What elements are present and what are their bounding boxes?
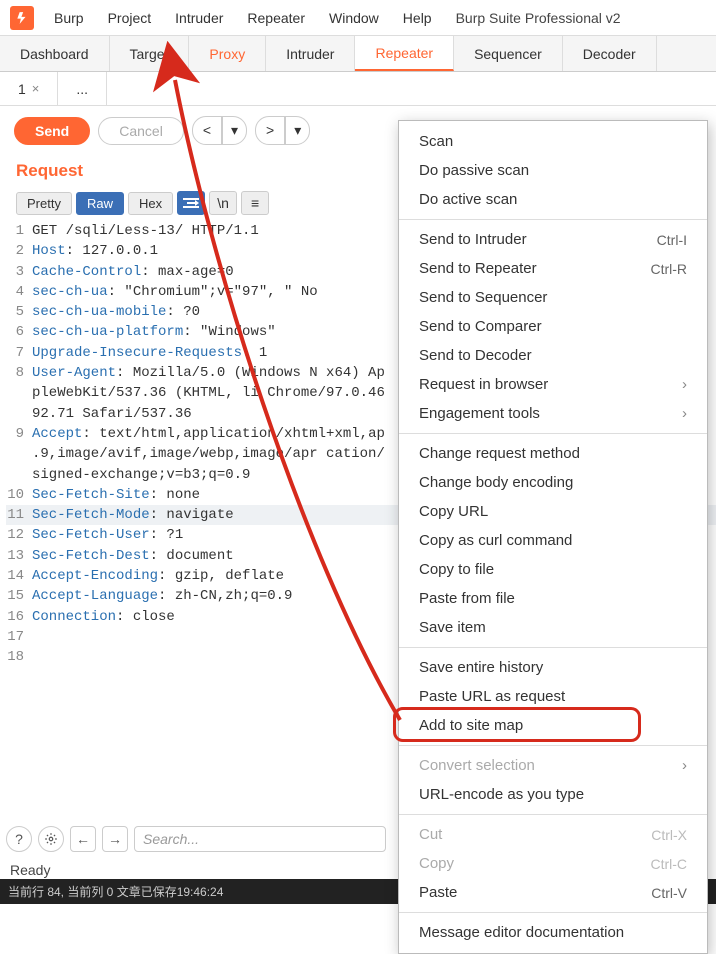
ctx-change-body-encoding[interactable]: Change body encoding (399, 468, 707, 497)
history-back-dropdown[interactable]: ▾ (222, 116, 247, 145)
ctx-copy-as-curl-command[interactable]: Copy as curl command (399, 526, 707, 555)
app-title: Burp Suite Professional v2 (456, 10, 621, 26)
menu-project[interactable]: Project (96, 4, 164, 32)
search-prev-icon[interactable]: ← (70, 826, 96, 852)
cancel-button[interactable]: Cancel (98, 117, 184, 145)
menu-burp[interactable]: Burp (42, 4, 96, 32)
tab-decoder[interactable]: Decoder (563, 36, 657, 71)
menu-repeater[interactable]: Repeater (235, 4, 317, 32)
history-forward-button[interactable]: > (255, 116, 285, 145)
ctx-send-to-comparer[interactable]: Send to Comparer (399, 312, 707, 341)
search-input[interactable]: Search... (134, 826, 386, 852)
ctx-do-active-scan[interactable]: Do active scan (399, 185, 707, 214)
sub-tab-1[interactable]: 1 × (0, 72, 58, 105)
close-icon[interactable]: × (32, 81, 40, 96)
tab-dashboard[interactable]: Dashboard (0, 36, 110, 71)
ctx-save-item[interactable]: Save item (399, 613, 707, 642)
ctx-copy-to-file[interactable]: Copy to file (399, 555, 707, 584)
ctx-send-to-intruder[interactable]: Send to IntruderCtrl-I (399, 225, 707, 254)
ctx-message-editor-documentation[interactable]: Message editor documentation (399, 918, 707, 947)
history-forward-dropdown[interactable]: ▾ (285, 116, 310, 145)
ctx-scan[interactable]: Scan (399, 127, 707, 156)
tab-target[interactable]: Target (110, 36, 190, 71)
wrap-icon[interactable]: ≡ (241, 191, 269, 215)
search-next-icon[interactable]: → (102, 826, 128, 852)
ctx-engagement-tools[interactable]: Engagement tools› (399, 399, 707, 428)
ctx-request-in-browser[interactable]: Request in browser› (399, 370, 707, 399)
ctx-copy-url[interactable]: Copy URL (399, 497, 707, 526)
menu-window[interactable]: Window (317, 4, 391, 32)
tab-repeater[interactable]: Repeater (355, 36, 454, 71)
ctx-convert-selection: Convert selection› (399, 751, 707, 780)
help-icon[interactable]: ? (6, 826, 32, 852)
main-tabs: DashboardTargetProxyIntruderRepeaterSequ… (0, 36, 716, 72)
menubar: BurpProjectIntruderRepeaterWindowHelp Bu… (0, 0, 716, 36)
render-icon[interactable] (177, 191, 205, 215)
ctx-paste-from-file[interactable]: Paste from file (399, 584, 707, 613)
tab-sequencer[interactable]: Sequencer (454, 36, 563, 71)
menu-help[interactable]: Help (391, 4, 444, 32)
menu-intruder[interactable]: Intruder (163, 4, 235, 32)
editor-bottom-bar: ? ← → Search... (6, 826, 386, 852)
ctx-url-encode-as-you-type[interactable]: URL-encode as you type (399, 780, 707, 809)
ctx-change-request-method[interactable]: Change request method (399, 439, 707, 468)
tab-intruder[interactable]: Intruder (266, 36, 355, 71)
history-back-button[interactable]: < (192, 116, 222, 145)
ctx-paste-url-as-request[interactable]: Paste URL as request (399, 682, 707, 711)
sub-tab-more[interactable]: ... (58, 72, 107, 105)
ctx-add-to-site-map[interactable]: Add to site map (399, 711, 707, 740)
newline-icon[interactable]: \n (209, 191, 237, 215)
ctx-send-to-repeater[interactable]: Send to RepeaterCtrl-R (399, 254, 707, 283)
context-menu: ScanDo passive scanDo active scan Send to… (398, 120, 708, 954)
repeater-sub-tabs: 1 × ... (0, 72, 716, 106)
ctx-send-to-decoder[interactable]: Send to Decoder (399, 341, 707, 370)
ctx-copy: CopyCtrl-C (399, 849, 707, 878)
view-mode-hex[interactable]: Hex (128, 192, 173, 215)
ctx-cut: CutCtrl-X (399, 820, 707, 849)
settings-gear-icon[interactable] (38, 826, 64, 852)
sub-tab-label: 1 (18, 81, 26, 97)
ctx-paste[interactable]: PasteCtrl-V (399, 878, 707, 907)
view-mode-pretty[interactable]: Pretty (16, 192, 72, 215)
ctx-send-to-sequencer[interactable]: Send to Sequencer (399, 283, 707, 312)
view-mode-raw[interactable]: Raw (76, 192, 124, 215)
ctx-do-passive-scan[interactable]: Do passive scan (399, 156, 707, 185)
send-button[interactable]: Send (14, 117, 90, 145)
status-text: Ready (10, 862, 50, 878)
burp-app-icon (10, 6, 34, 30)
ctx-save-entire-history[interactable]: Save entire history (399, 653, 707, 682)
tab-proxy[interactable]: Proxy (189, 36, 266, 71)
